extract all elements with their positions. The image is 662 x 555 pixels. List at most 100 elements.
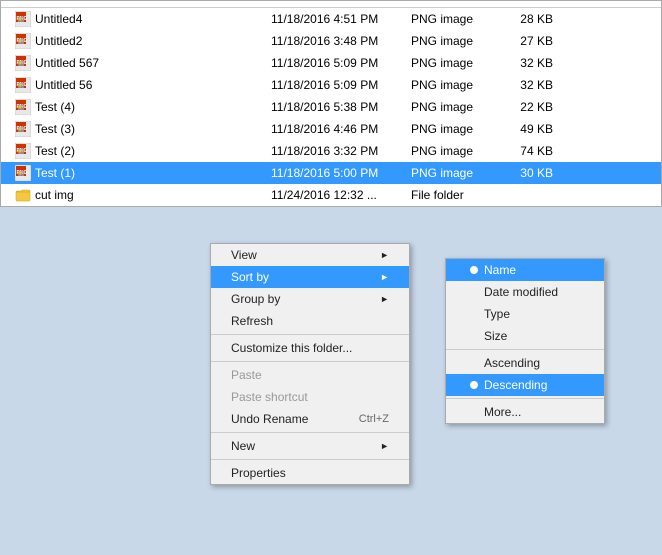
menu-item-paste-shortcut: Paste shortcut: [211, 386, 409, 408]
table-row[interactable]: PNG Test (2) 11/18/2016 3:32 PM PNG imag…: [1, 140, 661, 162]
file-date-cell: 11/18/2016 3:48 PM: [271, 34, 411, 48]
file-type-cell: PNG image: [411, 12, 501, 26]
file-type-cell: PNG image: [411, 100, 501, 114]
radio-dot-icon: [470, 381, 478, 389]
sort-submenu-item-more---[interactable]: More...: [446, 401, 604, 423]
submenu-arrow-icon: ►: [380, 441, 389, 451]
file-type-cell: File folder: [411, 188, 501, 202]
menu-item-sort-by[interactable]: Sort by►: [211, 266, 409, 288]
png-icon: PNG: [15, 77, 31, 93]
menu-item-label: Undo Rename: [231, 412, 308, 426]
menu-separator: [211, 334, 409, 335]
file-name-cell: PNG Test (4): [1, 99, 271, 115]
file-date-cell: 11/18/2016 5:09 PM: [271, 78, 411, 92]
menu-item-label: Sort by: [231, 270, 269, 284]
file-type-cell: PNG image: [411, 34, 501, 48]
submenu-item-label: More...: [484, 405, 521, 419]
file-size-cell: 22 KB: [501, 100, 561, 114]
table-row[interactable]: PNG Test (4) 11/18/2016 5:38 PM PNG imag…: [1, 96, 661, 118]
table-row[interactable]: PNG Untitled 567 11/18/2016 5:09 PM PNG …: [1, 52, 661, 74]
menu-item-label: View: [231, 248, 257, 262]
file-name-cell: PNG Test (3): [1, 121, 271, 137]
menu-item-new[interactable]: New ►: [211, 435, 409, 457]
table-row[interactable]: PNG Untitled2 11/18/2016 3:48 PM PNG ima…: [1, 30, 661, 52]
table-row[interactable]: PNG Test (3) 11/18/2016 4:46 PM PNG imag…: [1, 118, 661, 140]
menu-item-group-by[interactable]: Group by►: [211, 288, 409, 310]
menu-separator: [211, 361, 409, 362]
submenu-arrow-icon: ►: [380, 294, 389, 304]
file-size-cell: 49 KB: [501, 122, 561, 136]
folder-icon: [15, 187, 31, 203]
menu-item-view[interactable]: View ►: [211, 244, 409, 266]
file-name-cell: PNG Untitled 56: [1, 77, 271, 93]
png-icon: PNG: [15, 121, 31, 137]
menu-item-paste: Paste: [211, 364, 409, 386]
menu-item-properties[interactable]: Properties: [211, 462, 409, 484]
png-icon: PNG: [15, 99, 31, 115]
sort-submenu-item-ascending[interactable]: Ascending: [446, 352, 604, 374]
menu-item-label: Properties: [231, 466, 286, 480]
sort-submenu-item-descending[interactable]: Descending: [446, 374, 604, 396]
png-icon: PNG: [15, 165, 31, 181]
submenu-item-label: Type: [484, 307, 510, 321]
file-date-cell: 11/18/2016 5:09 PM: [271, 56, 411, 70]
table-row[interactable]: PNG Untitled 56 11/18/2016 5:09 PM PNG i…: [1, 74, 661, 96]
file-name-label: cut img: [35, 188, 74, 202]
png-icon: PNG: [15, 55, 31, 71]
menu-item-customize-this-folder---[interactable]: Customize this folder...: [211, 337, 409, 359]
file-name-label: Untitled 56: [35, 78, 92, 92]
menu-item-label: Refresh: [231, 314, 273, 328]
file-name-cell: PNG Test (2): [1, 143, 271, 159]
file-type-cell: PNG image: [411, 78, 501, 92]
file-date-cell: 11/24/2016 12:32 ...: [271, 188, 411, 202]
table-row[interactable]: cut img 11/24/2016 12:32 ... File folder: [1, 184, 661, 206]
submenu-item-label: Date modified: [484, 285, 558, 299]
table-row[interactable]: PNG Test (1) 11/18/2016 5:00 PM PNG imag…: [1, 162, 661, 184]
file-name-label: Untitled2: [35, 34, 82, 48]
file-date-cell: 11/18/2016 3:32 PM: [271, 144, 411, 158]
sort-submenu-item-name[interactable]: Name: [446, 259, 604, 281]
sort-submenu-item-size[interactable]: Size: [446, 325, 604, 347]
png-icon: PNG: [15, 143, 31, 159]
file-list: PNG Untitled4 11/18/2016 4:51 PM PNG ima…: [0, 0, 662, 207]
file-name-cell: cut img: [1, 187, 271, 203]
file-size-cell: 27 KB: [501, 34, 561, 48]
context-menu: View►Sort by►Group by►RefreshCustomize t…: [210, 243, 410, 485]
file-size-cell: 74 KB: [501, 144, 561, 158]
menu-item-label: Paste shortcut: [231, 390, 308, 404]
file-name-cell: PNG Untitled2: [1, 33, 271, 49]
file-size-cell: 28 KB: [501, 12, 561, 26]
file-type-cell: PNG image: [411, 122, 501, 136]
file-name-label: Untitled4: [35, 12, 82, 26]
file-type-cell: PNG image: [411, 56, 501, 70]
menu-item-label: Paste: [231, 368, 262, 382]
png-icon: PNG: [15, 33, 31, 49]
menu-item-label: New: [231, 439, 255, 453]
png-icon: PNG: [15, 11, 31, 27]
sort-submenu-item-type[interactable]: Type: [446, 303, 604, 325]
table-row[interactable]: PNG Untitled4 11/18/2016 4:51 PM PNG ima…: [1, 8, 661, 30]
submenu-separator: [446, 398, 604, 399]
submenu-item-label: Descending: [484, 378, 547, 392]
menu-item-refresh[interactable]: Refresh: [211, 310, 409, 332]
submenu-item-label: Size: [484, 329, 507, 343]
file-name-label: Untitled 567: [35, 56, 99, 70]
file-date-cell: 11/18/2016 4:46 PM: [271, 122, 411, 136]
file-date-cell: 11/18/2016 5:38 PM: [271, 100, 411, 114]
submenu-arrow-icon: ►: [380, 250, 389, 260]
sort-submenu-item-date-modified[interactable]: Date modified: [446, 281, 604, 303]
file-name-label: Test (2): [35, 144, 75, 158]
menu-item-label: Customize this folder...: [231, 341, 352, 355]
file-name-cell: PNG Test (1): [1, 165, 271, 181]
file-size-cell: 32 KB: [501, 56, 561, 70]
file-size-cell: 32 KB: [501, 78, 561, 92]
menu-item-undo-rename[interactable]: Undo RenameCtrl+Z: [211, 408, 409, 430]
menu-separator: [211, 432, 409, 433]
file-type-cell: PNG image: [411, 144, 501, 158]
file-size-cell: 30 KB: [501, 166, 561, 180]
file-date-cell: 11/18/2016 4:51 PM: [271, 12, 411, 26]
file-date-cell: 11/18/2016 5:00 PM: [271, 166, 411, 180]
sort-submenu: Name Date modified Type Size Ascending Descen…: [445, 258, 605, 424]
submenu-item-label: Name: [484, 263, 516, 277]
file-name-cell: PNG Untitled4: [1, 11, 271, 27]
